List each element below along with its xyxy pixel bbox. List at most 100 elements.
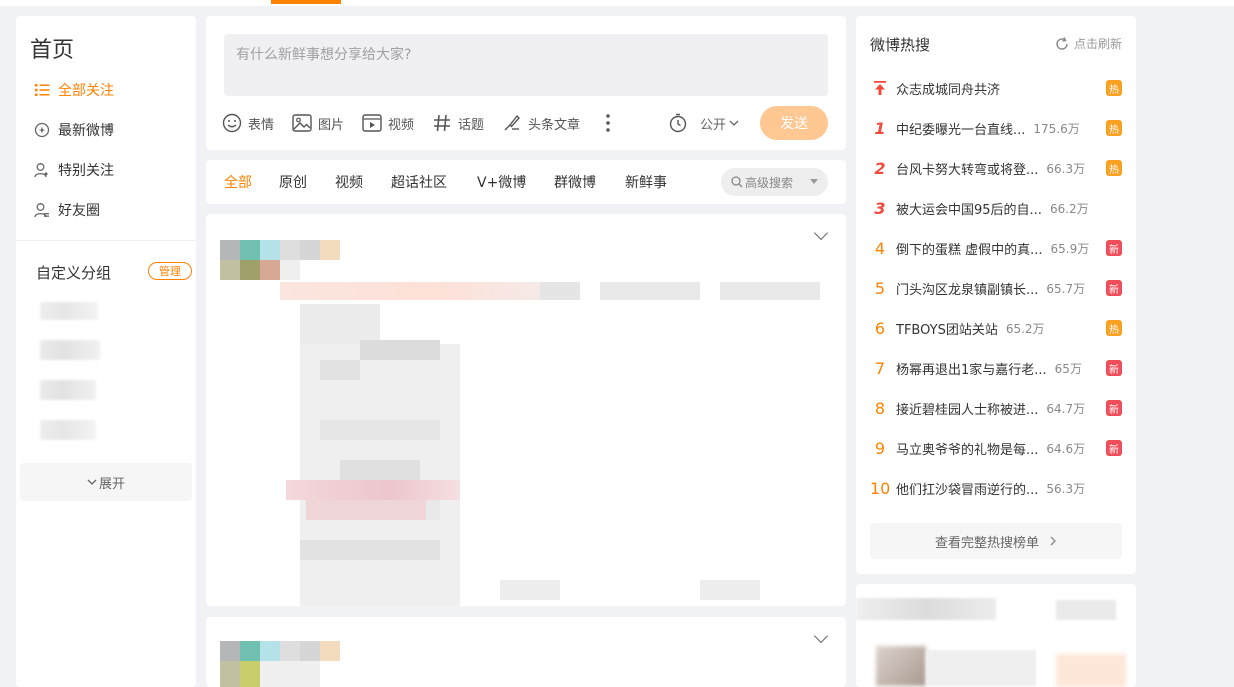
bottom-toolbar-fragment — [920, 676, 1234, 687]
visibility-label: 公开 — [700, 117, 727, 133]
refresh-button[interactable]: 点击刷新 — [1054, 35, 1122, 52]
hot-search-item[interactable]: 5 门头沟区龙泉镇副镇长... 65.7万 新 — [870, 276, 1122, 300]
new-badge: 新 — [1106, 400, 1122, 416]
sidebar-item-special-follows[interactable]: 特别关注 — [34, 158, 114, 182]
hot-search-item[interactable]: 2 台风卡努大转弯或将登... 66.3万 热 — [870, 156, 1122, 180]
new-badge: 新 — [1106, 240, 1122, 256]
emoji-button[interactable]: 表情 — [222, 112, 274, 134]
hot-search-item[interactable]: 10 他们扛沙袋冒雨逆行的... 56.3万 — [870, 476, 1122, 500]
hot-search-item-pinned[interactable]: 众志成城同舟共济 热 — [870, 76, 1122, 100]
hot-rank: 4 — [874, 238, 886, 258]
post-button[interactable]: 发送 — [760, 106, 828, 140]
blurred-side-card — [856, 584, 1136, 687]
hot-search-item[interactable]: 7 杨幂再退出1家与嘉行老... 65万 新 — [870, 356, 1122, 380]
chevron-down-icon — [87, 479, 97, 485]
blurred-group-item[interactable] — [40, 302, 98, 320]
new-badge: 新 — [1106, 440, 1122, 456]
post-composer: 表情 图片 视频 话题 头条文章 公开 发送 — [206, 16, 846, 150]
pin-top-icon — [870, 81, 890, 95]
tab-super-topic[interactable]: 超话社区 — [391, 172, 447, 192]
hot-badge: 热 — [1106, 120, 1122, 136]
advanced-search-button[interactable]: 高级搜索 — [721, 168, 828, 196]
hot-search-text: 门头沟区龙泉镇副镇长... — [896, 282, 1039, 298]
sidebar-item-latest[interactable]: 最新微博 — [34, 118, 114, 142]
hot-rank: 7 — [874, 358, 886, 378]
blurred-group-item[interactable] — [40, 420, 96, 440]
tool-label: 表情 — [248, 117, 275, 133]
view-full-hot-list-button[interactable]: 查看完整热搜榜单 — [870, 523, 1122, 559]
video-button[interactable]: 视频 — [362, 112, 414, 134]
hot-search-item[interactable]: 4 倒下的蛋糕 虚假中的真... 65.9万 新 — [870, 236, 1122, 260]
hot-search-text: 台风卡努大转弯或将登... — [896, 162, 1039, 178]
blurred-group-item[interactable] — [40, 340, 100, 360]
feed-filter-tabs: 全部 原创 视频 超话社区 V+微博 群微博 新鲜事 高级搜索 — [206, 160, 846, 204]
blurred-group-item[interactable] — [40, 380, 96, 400]
hot-search-count: 65.7万 — [1046, 281, 1086, 296]
refresh-label: 点击刷新 — [1073, 37, 1122, 51]
hot-search-text: 被大运会中国95后的自... — [896, 202, 1042, 218]
list-icon — [34, 82, 50, 98]
tab-vplus[interactable]: V+微博 — [477, 172, 526, 192]
hot-search-text: 中纪委曝光一台直线... — [896, 122, 1026, 138]
hashtag-icon — [434, 114, 450, 132]
view-full-label: 查看完整热搜榜单 — [934, 535, 1039, 551]
hot-search-item[interactable]: 1 中纪委曝光一台直线... 175.6万 热 — [870, 116, 1122, 140]
hot-search-count: 64.6万 — [1046, 441, 1086, 456]
hot-search-text: 众志成城同舟共济 — [896, 82, 1001, 98]
refresh-icon — [1056, 36, 1068, 50]
hot-search-count: 64.7万 — [1046, 401, 1086, 416]
hot-search-item[interactable]: 6 TFBOYS团站关站 65.2万 热 — [870, 316, 1122, 340]
manage-groups-button[interactable]: 管理 — [148, 262, 192, 280]
video-icon — [362, 114, 382, 132]
more-options-button[interactable] — [605, 112, 617, 134]
hot-rank: 8 — [874, 398, 886, 418]
topic-button[interactable]: 话题 — [432, 112, 484, 134]
hot-search-text: 杨幂再退出1家与嘉行老... — [896, 362, 1047, 378]
hot-search-count: 65万 — [1054, 361, 1082, 376]
hot-search-count: 66.2万 — [1049, 201, 1089, 216]
tool-label: 话题 — [458, 117, 485, 133]
hot-search-count: 65.9万 — [1050, 241, 1090, 256]
sidebar-item-friends-circle[interactable]: 好友圈 — [34, 198, 100, 222]
hot-search-text: 他们扛沙袋冒雨逆行的... — [896, 482, 1039, 498]
user-group-icon — [34, 202, 50, 218]
tab-all[interactable]: 全部 — [224, 172, 252, 192]
visibility-dropdown[interactable]: 公开 — [700, 112, 745, 134]
tool-label: 视频 — [388, 117, 415, 133]
hot-search-panel: 微博热搜 点击刷新 众志成城同舟共济 热 1 中纪委曝光一台直线... 175.… — [856, 16, 1136, 574]
hot-rank: 3 — [874, 198, 886, 218]
expand-groups-button[interactable]: 展开 — [20, 463, 192, 501]
new-badge: 新 — [1106, 280, 1122, 296]
new-badge: 新 — [1106, 360, 1122, 376]
sidebar-item-label: 全部关注 — [58, 83, 114, 99]
schedule-button[interactable] — [668, 112, 694, 134]
post-input[interactable] — [224, 34, 828, 96]
hot-search-text: 接近碧桂园人士称被进... — [896, 402, 1039, 418]
article-button[interactable]: 头条文章 — [502, 112, 580, 134]
tab-video[interactable]: 视频 — [335, 172, 363, 192]
tool-label: 头条文章 — [528, 117, 581, 133]
hot-search-item[interactable]: 3 被大运会中国95后的自... 66.2万 — [870, 196, 1122, 220]
blurred-post-content — [206, 214, 846, 606]
image-button[interactable]: 图片 — [292, 112, 344, 134]
hot-search-text: 倒下的蛋糕 虚假中的真... — [896, 242, 1043, 258]
advanced-search-label: 高级搜索 — [745, 175, 794, 190]
hot-search-count: 56.3万 — [1046, 481, 1086, 496]
hot-search-count: 65.2万 — [1005, 321, 1045, 336]
hot-rank: 1 — [874, 118, 886, 138]
blurred-post-content — [206, 617, 846, 687]
page-title: 首页 — [30, 38, 75, 63]
hot-rank: 10 — [870, 478, 891, 498]
clock-circle-icon — [34, 122, 50, 138]
smile-icon — [222, 113, 242, 133]
sidebar-item-all-follows[interactable]: 全部关注 — [34, 78, 114, 102]
hot-search-item[interactable]: 9 马立奥爷爷的礼物是每... 64.6万 新 — [870, 436, 1122, 460]
tab-group-weibo[interactable]: 群微博 — [554, 172, 596, 192]
hot-search-item[interactable]: 8 接近碧桂园人士称被进... 64.7万 新 — [870, 396, 1122, 420]
hot-search-title: 微博热搜 — [870, 36, 931, 54]
search-icon — [731, 176, 743, 188]
sidebar-item-label: 特别关注 — [58, 163, 114, 179]
tab-news[interactable]: 新鲜事 — [625, 172, 667, 192]
tab-original[interactable]: 原创 — [279, 172, 307, 192]
feed-post — [206, 617, 846, 687]
